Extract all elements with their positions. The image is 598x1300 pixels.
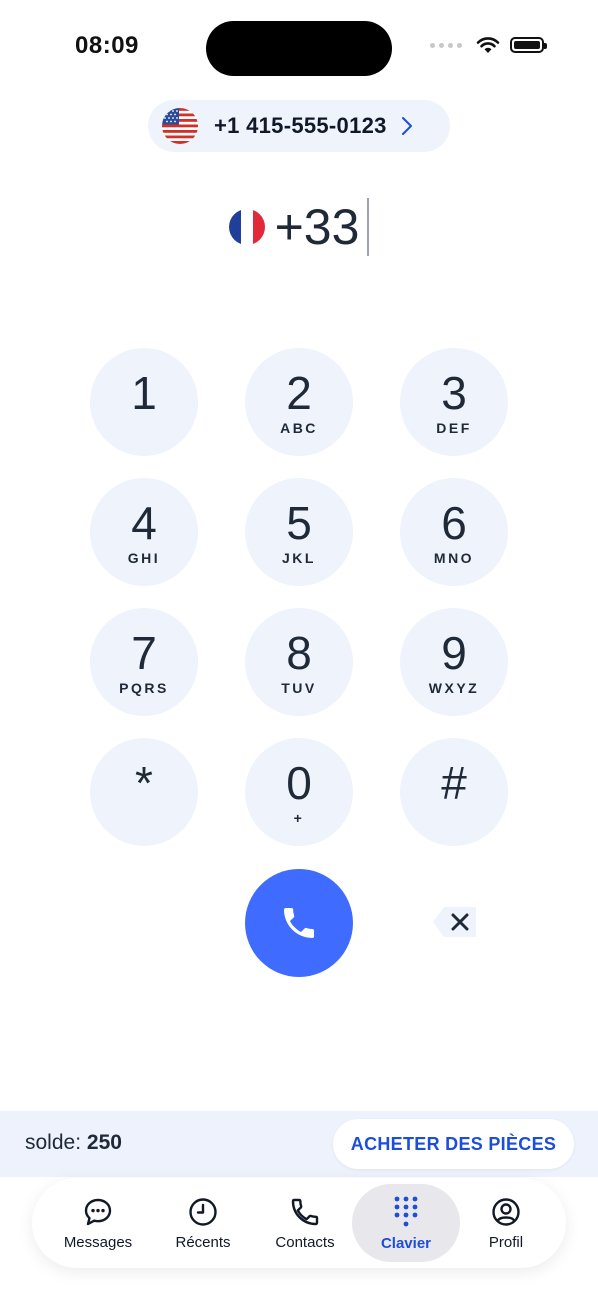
text-cursor	[367, 198, 370, 256]
us-flag-icon	[162, 108, 198, 144]
user-circle-icon	[492, 1197, 520, 1226]
tab-label: Contacts	[275, 1233, 335, 1251]
caller-id-selector[interactable]: +1 415-555-0123	[148, 100, 450, 152]
dynamic-island	[206, 21, 392, 76]
tab-recents[interactable]: Récents	[149, 1184, 257, 1262]
chevron-right-icon	[401, 117, 412, 135]
key-letters: DEF	[436, 420, 472, 436]
key-letters: MNO	[433, 550, 475, 566]
key-letters: WXYZ	[428, 680, 480, 696]
tab-label: Clavier	[380, 1234, 432, 1252]
key-digit: 0	[286, 757, 312, 809]
balance-amount: 250	[86, 1131, 122, 1154]
key-star[interactable]: *	[90, 738, 198, 846]
key-digit: 9	[441, 627, 467, 679]
clock-icon	[189, 1197, 217, 1226]
fr-flag-icon	[228, 209, 265, 245]
key-digit: #	[441, 757, 467, 809]
key-digit: 7	[131, 627, 157, 679]
key-digit: 1	[131, 367, 157, 419]
key-letters: +	[293, 810, 305, 826]
call-button[interactable]	[245, 869, 353, 977]
tab-profile[interactable]: Profil	[452, 1184, 560, 1262]
tab-messages[interactable]: Messages	[44, 1184, 152, 1262]
wifi-icon	[476, 37, 500, 53]
backspace-icon	[433, 907, 476, 937]
status-time: 08:09	[75, 32, 139, 59]
keypad-icon	[394, 1196, 418, 1226]
tab-label: Profil	[488, 1233, 524, 1251]
tab-keypad[interactable]: Clavier	[352, 1184, 460, 1262]
status-icons	[430, 36, 547, 54]
key-hash[interactable]: #	[400, 738, 508, 846]
battery-icon	[510, 37, 547, 53]
buy-coins-button[interactable]: ACHETER DES PIÈCES	[333, 1119, 574, 1169]
caller-number: +1 415-555-0123	[214, 113, 387, 138]
key-1[interactable]: 1	[90, 348, 198, 456]
key-digit: 4	[131, 497, 157, 549]
phone-icon	[291, 1198, 319, 1225]
key-digit: 3	[441, 367, 467, 419]
key-digit: 2	[286, 367, 312, 419]
tab-contacts[interactable]: Contacts	[251, 1184, 359, 1262]
key-digit: 8	[286, 627, 312, 679]
key-4[interactable]: 4 GHI	[90, 478, 198, 586]
key-digit: 6	[441, 497, 467, 549]
key-digit: 5	[286, 497, 312, 549]
key-letters: TUV	[281, 680, 317, 696]
backspace-button[interactable]	[432, 905, 478, 939]
dial-display[interactable]: +33	[0, 198, 598, 256]
key-2[interactable]: 2 ABC	[245, 348, 353, 456]
balance-label: solde:	[25, 1131, 82, 1154]
key-letters: ABC	[280, 420, 318, 436]
tab-bar: Messages Récents Contacts Clavier Profil	[32, 1178, 566, 1268]
key-0[interactable]: 0 +	[245, 738, 353, 846]
key-letters: PQRS	[119, 680, 169, 696]
chat-bubble-icon	[84, 1198, 112, 1225]
key-7[interactable]: 7 PQRS	[90, 608, 198, 716]
balance: solde: 250	[25, 1131, 122, 1155]
dialed-number: +33	[274, 199, 360, 255]
key-9[interactable]: 9 WXYZ	[400, 608, 508, 716]
key-8[interactable]: 8 TUV	[245, 608, 353, 716]
tab-label: Messages	[63, 1233, 133, 1251]
key-letters: JKL	[282, 550, 316, 566]
key-5[interactable]: 5 JKL	[245, 478, 353, 586]
phone-icon	[284, 908, 314, 938]
key-letters: GHI	[127, 550, 161, 566]
signal-icon	[430, 42, 462, 48]
key-6[interactable]: 6 MNO	[400, 478, 508, 586]
tab-label: Récents	[175, 1233, 231, 1251]
key-digit: *	[135, 757, 153, 809]
key-3[interactable]: 3 DEF	[400, 348, 508, 456]
